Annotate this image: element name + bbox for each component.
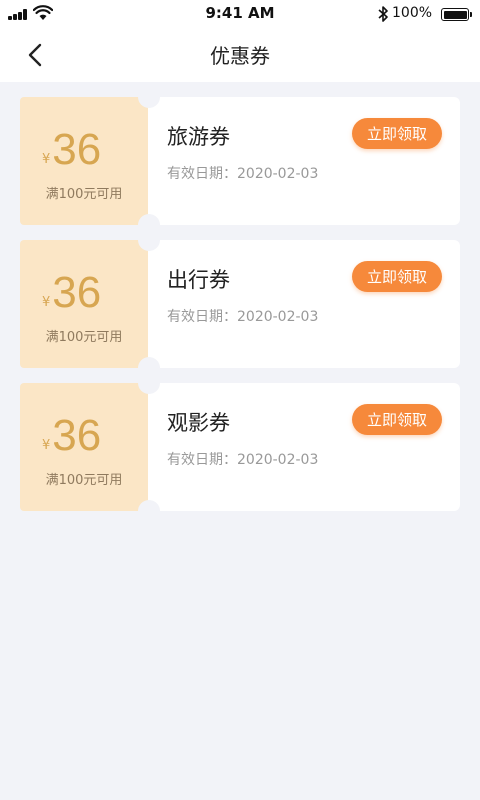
coupon-name: 旅游券	[167, 125, 230, 149]
battery-icon	[441, 8, 469, 21]
coupon-condition: 满100元可用	[45, 187, 123, 202]
coupon-valid-date: 有效日期：2020-02-03	[167, 452, 319, 468]
claim-button[interactable]: 立即领取	[352, 118, 442, 149]
coupon-card-transport: ¥ 36 满100元可用 出行券 有效日期：2020-02-03 立即领取	[20, 229, 460, 379]
currency-symbol: ¥	[42, 295, 51, 310]
coupon-name: 观影券	[167, 411, 230, 435]
coupon-card-travel: ¥ 36 满100元可用 旅游券 有效日期：2020-02-03 立即领取	[20, 86, 460, 236]
coupon-info-panel: 出行券 有效日期：2020-02-03 立即领取	[148, 240, 460, 368]
currency-symbol: ¥	[42, 438, 51, 453]
coupon-info-panel: 旅游券 有效日期：2020-02-03 立即领取	[148, 97, 460, 225]
coupon-condition: 满100元可用	[45, 473, 123, 488]
coupon-notch	[138, 372, 160, 394]
coupon-amount-row: ¥ 36	[42, 411, 101, 461]
claim-button[interactable]: 立即领取	[352, 261, 442, 292]
coupon-valid-date: 有效日期：2020-02-03	[167, 166, 319, 182]
coupon-amount-row: ¥ 36	[42, 268, 101, 318]
coupon-value-panel: ¥ 36 满100元可用	[20, 97, 148, 225]
status-bar: 9:41 AM 100%	[0, 0, 480, 28]
coupon-amount: 36	[52, 125, 102, 174]
coupon-valid-date: 有效日期：2020-02-03	[167, 309, 319, 325]
coupon-amount-row: ¥ 36	[42, 125, 101, 175]
coupon-amount: 36	[52, 411, 102, 460]
coupon-condition: 满100元可用	[45, 330, 123, 345]
coupon-notch	[138, 229, 160, 251]
coupon-amount: 36	[52, 268, 102, 317]
coupon-notch	[138, 86, 160, 108]
currency-symbol: ¥	[42, 152, 51, 167]
coupon-notch	[138, 500, 160, 522]
battery-cap	[470, 12, 472, 17]
bluetooth-icon	[378, 6, 388, 22]
battery-percent: 100%	[392, 5, 433, 21]
coupon-value-panel: ¥ 36 满100元可用	[20, 383, 148, 511]
nav-bar: 优惠券	[0, 28, 480, 82]
coupon-info-panel: 观影券 有效日期：2020-02-03 立即领取	[148, 383, 460, 511]
coupon-list: ¥ 36 满100元可用 旅游券 有效日期：2020-02-03 立即领取 ¥ …	[20, 86, 460, 526]
coupon-card-movie: ¥ 36 满100元可用 观影券 有效日期：2020-02-03 立即领取	[20, 372, 460, 522]
page-title: 优惠券	[210, 44, 270, 68]
coupon-name: 出行券	[167, 268, 230, 292]
claim-button[interactable]: 立即领取	[352, 404, 442, 435]
coupon-value-panel: ¥ 36 满100元可用	[20, 240, 148, 368]
